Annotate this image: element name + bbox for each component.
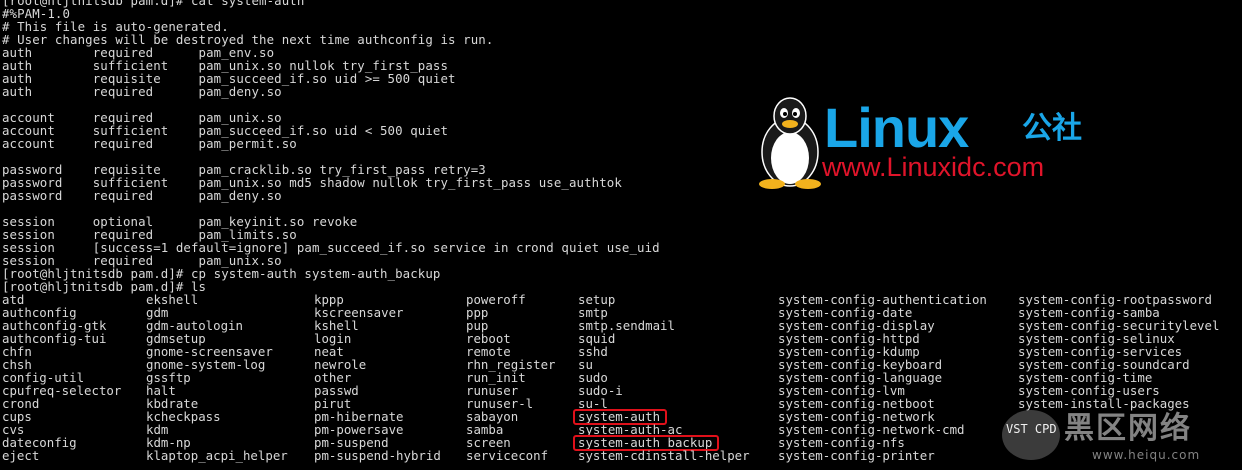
logo-brand-text: Linux [824, 96, 969, 159]
linuxidc-logo: Linux 公社 www.Linuxidc.com [752, 94, 1112, 190]
ls-entry: pm-suspend-hybrid [314, 448, 441, 463]
terminal-line: account required pam_permit.so [2, 136, 297, 151]
tux-penguin-icon [759, 97, 821, 189]
logo-url-text: www.Linuxidc.com [822, 152, 1045, 182]
watermark-url-text: www.heiqu.com [1092, 448, 1201, 462]
watermark-badge: VST CPD [1006, 422, 1057, 436]
watermark-chinese-text: 黑区网络 [1064, 411, 1192, 446]
terminal-line: auth required pam_deny.so [2, 84, 282, 99]
ls-entry: klaptop_acpi_helper [146, 448, 288, 463]
heiqu-watermark: VST CPD 黑区网络 www.heiqu.com [1002, 408, 1242, 470]
terminal-line: password required pam_deny.so [2, 188, 282, 203]
ls-entry: eject [2, 448, 40, 463]
ls-entry: serviceconf [466, 448, 549, 463]
ls-entry: system-cdinstall-helper [578, 448, 750, 463]
terminal-window[interactable]: [root@hljtnitsdb pam.d]# cat system-auth… [0, 0, 1242, 470]
logo-chinese-text: 公社 [1022, 111, 1082, 146]
ls-entry: system-config-printer [778, 448, 935, 463]
